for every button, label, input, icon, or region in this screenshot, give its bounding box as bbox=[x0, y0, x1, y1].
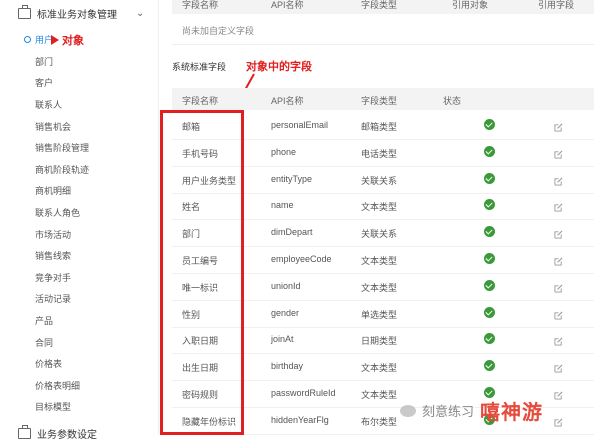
edit-icon[interactable] bbox=[554, 333, 563, 346]
edit-icon[interactable] bbox=[554, 387, 563, 400]
api-name: personalEmail bbox=[271, 120, 329, 130]
sidebar-section-standard-objects[interactable]: 标准业务对象管理 ⌄ bbox=[18, 5, 144, 21]
edit-icon[interactable] bbox=[554, 307, 563, 320]
api-name: unionId bbox=[271, 280, 301, 291]
column-header: API名称 bbox=[271, 0, 304, 10]
api-name: joinAt bbox=[271, 334, 294, 345]
sidebar-item-sales-stage[interactable]: 销售阶段管理 bbox=[35, 141, 89, 154]
sidebar-item-department[interactable]: 部门 bbox=[35, 55, 53, 68]
status-enabled-check-icon bbox=[484, 199, 495, 211]
sidebar-item-opportunity-stage-track[interactable]: 商机阶段轨迹 bbox=[35, 163, 89, 176]
sidebar: 标准业务对象管理 ⌄ 用户 部门 客户 联系人 销售机会 销售阶段管理 商机阶段… bbox=[0, 0, 159, 441]
watermark-site: 嘻神游 bbox=[480, 402, 544, 424]
column-header: 字段类型 bbox=[361, 96, 398, 106]
sidebar-item-competitor[interactable]: 竞争对手 bbox=[35, 271, 71, 284]
api-name: birthday bbox=[271, 361, 304, 372]
edit-icon[interactable] bbox=[554, 414, 563, 427]
active-indicator-icon bbox=[24, 36, 31, 43]
standard-fields-table-header: 字段名称 API名称 字段类型 状态 bbox=[172, 88, 594, 110]
column-header: API名称 bbox=[271, 96, 304, 106]
annotation-object-label: 对象 bbox=[62, 35, 84, 47]
column-header: 字段名称 bbox=[182, 96, 219, 106]
status-enabled-check-icon bbox=[484, 226, 495, 238]
edit-icon[interactable] bbox=[554, 146, 563, 159]
status-enabled-check-icon bbox=[484, 145, 495, 157]
sidebar-item-lead[interactable]: 销售线索 bbox=[35, 249, 71, 262]
edit-icon[interactable] bbox=[554, 173, 563, 186]
briefcase-icon bbox=[18, 5, 31, 19]
standard-fields-title: 系统标准字段 bbox=[172, 62, 227, 72]
sidebar-item-price-list-detail[interactable]: 价格表明细 bbox=[35, 379, 80, 392]
sidebar-item-contact[interactable]: 联系人 bbox=[35, 98, 62, 111]
sidebar-item-opportunity-detail[interactable]: 商机明细 bbox=[35, 184, 71, 197]
chevron-down-icon: ⌄ bbox=[136, 8, 145, 19]
field-type: 文本类型 bbox=[361, 256, 398, 266]
edit-icon[interactable] bbox=[554, 253, 563, 266]
annotation-arrow-icon bbox=[51, 35, 59, 45]
edit-icon[interactable] bbox=[554, 280, 563, 293]
edit-icon[interactable] bbox=[554, 226, 563, 239]
sidebar-section-label: 标准业务对象管理 bbox=[37, 10, 117, 21]
sidebar-item-campaign[interactable]: 市场活动 bbox=[35, 228, 71, 241]
custom-fields-table-header: 字段名称 API名称 字段类型 引用对象 引用字段 bbox=[172, 0, 594, 14]
sidebar-item-product[interactable]: 产品 bbox=[35, 314, 53, 327]
sidebar-item-contact-role[interactable]: 联系人角色 bbox=[35, 206, 80, 219]
wechat-icon bbox=[400, 404, 416, 417]
field-type: 关联关系 bbox=[361, 229, 398, 240]
edit-icon[interactable] bbox=[554, 199, 563, 212]
edit-icon[interactable] bbox=[554, 360, 563, 373]
api-name: phone bbox=[271, 146, 297, 157]
status-enabled-check-icon bbox=[484, 172, 495, 184]
column-header: 状态 bbox=[443, 96, 462, 106]
briefcase-icon bbox=[18, 425, 31, 439]
empty-custom-fields-text: 尚未加自定义字段 bbox=[182, 26, 255, 36]
divider bbox=[172, 44, 594, 45]
status-enabled-check-icon bbox=[484, 306, 495, 318]
column-header: 引用字段 bbox=[538, 0, 575, 10]
watermark-brand: 刻意练习 bbox=[422, 404, 475, 419]
field-type: 文本类型 bbox=[361, 363, 398, 374]
api-name: hiddenYearFlg bbox=[271, 414, 329, 425]
edit-icon[interactable] bbox=[554, 119, 563, 132]
field-type: 文本类型 bbox=[361, 282, 398, 293]
field-type: 邮箱类型 bbox=[361, 122, 398, 132]
sidebar-item-opportunity[interactable]: 销售机会 bbox=[35, 120, 71, 133]
sidebar-section-label: 业务参数设定 bbox=[37, 430, 97, 441]
status-enabled-check-icon bbox=[484, 333, 495, 345]
watermark: 刻意练习 嘻神游 bbox=[400, 396, 543, 425]
status-enabled-check-icon bbox=[484, 279, 495, 291]
column-header: 字段类型 bbox=[361, 0, 398, 10]
api-name: name bbox=[271, 200, 294, 211]
status-enabled-check-icon bbox=[484, 253, 495, 264]
sidebar-item-price-list[interactable]: 价格表 bbox=[35, 357, 62, 370]
status-enabled-check-icon bbox=[484, 360, 495, 372]
api-name: dimDepart bbox=[271, 227, 313, 238]
sidebar-item-goal-model[interactable]: 目标模型 bbox=[35, 400, 71, 413]
sidebar-section-business-params[interactable]: 业务参数设定 bbox=[18, 425, 97, 441]
sidebar-item-contract[interactable]: 合同 bbox=[35, 336, 53, 349]
field-type: 日期类型 bbox=[361, 336, 398, 347]
field-type: 文本类型 bbox=[361, 202, 398, 213]
field-type: 电话类型 bbox=[361, 148, 398, 159]
field-type: 关联关系 bbox=[361, 175, 398, 186]
column-header: 字段名称 bbox=[182, 0, 219, 10]
field-type: 单选类型 bbox=[361, 309, 398, 320]
api-name: passwordRuleId bbox=[271, 388, 336, 398]
annotation-highlight-box bbox=[160, 110, 244, 435]
field-type: 布尔类型 bbox=[361, 416, 398, 427]
api-name: gender bbox=[271, 307, 300, 318]
column-header: 引用对象 bbox=[452, 0, 489, 10]
api-name: entityType bbox=[271, 173, 313, 184]
status-enabled-check-icon bbox=[484, 119, 495, 130]
sidebar-item-customer[interactable]: 客户 bbox=[35, 76, 53, 89]
sidebar-item-activity-record[interactable]: 活动记录 bbox=[35, 292, 71, 305]
api-name: employeeCode bbox=[271, 254, 332, 264]
field-type: 文本类型 bbox=[361, 390, 398, 400]
